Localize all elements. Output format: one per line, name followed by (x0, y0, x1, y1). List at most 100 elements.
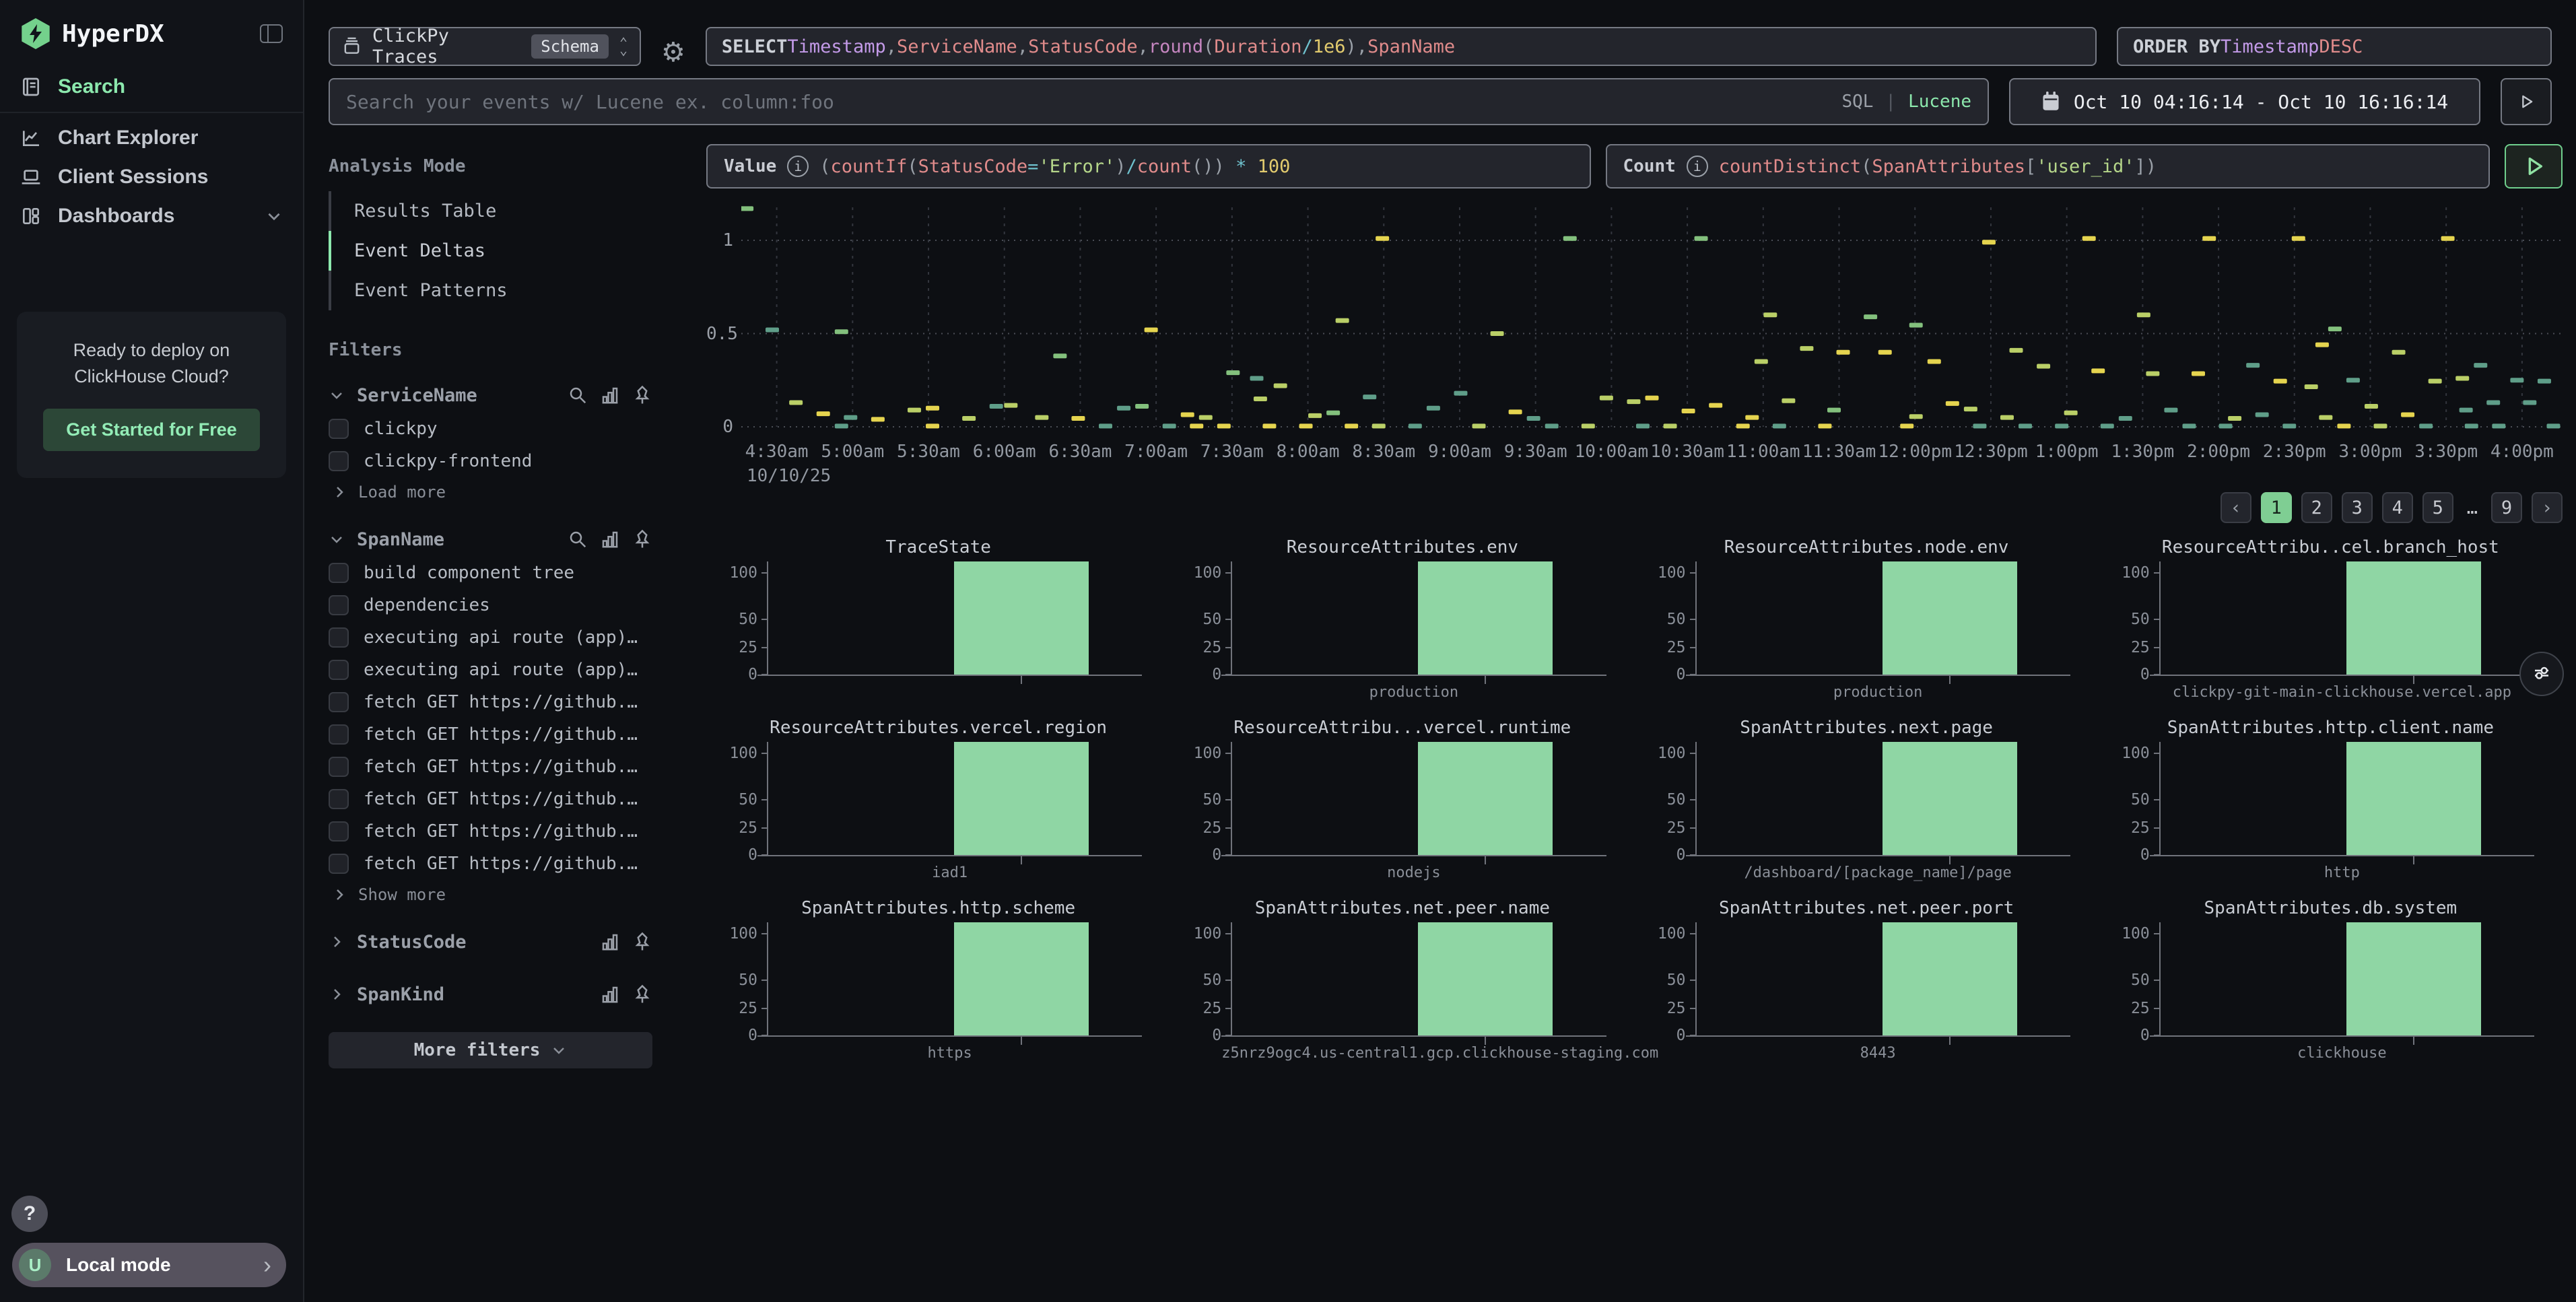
filter-checkbox[interactable] (329, 724, 349, 745)
local-mode-menu[interactable]: U Local mode › (12, 1243, 286, 1287)
attribute-chart[interactable]: ResourceAttributes.vercel.region10050250… (706, 716, 1170, 897)
x-axis-tick-label: 11:30am (1802, 442, 1876, 462)
chevron-right-icon (331, 887, 347, 903)
x-axis-tick-label: 8:30am (1352, 442, 1415, 462)
filter-item[interactable]: build component tree (329, 557, 652, 589)
count-expression-input[interactable]: Count countDistinct(SpanAttributes['user… (1606, 144, 2490, 189)
filter-item[interactable]: fetch GET https://github.… (329, 848, 652, 880)
mini-y-axis (1231, 742, 1232, 856)
filter-item[interactable]: executing api route (app)… (329, 654, 652, 686)
get-started-button[interactable]: Get Started for Free (43, 409, 260, 451)
gear-icon[interactable]: ⚙ (661, 39, 685, 66)
filter-group-header-statuscode[interactable]: StatusCode (329, 924, 652, 959)
event-deltas-chart[interactable]: 10.50 4:30am5:00am5:30am6:00am6:30am7:00… (706, 202, 2563, 486)
pagination-page-3[interactable]: 3 (2342, 492, 2373, 523)
sidebar-collapse-icon[interactable] (260, 24, 283, 43)
schema-badge: Schema (531, 34, 609, 59)
analysis-mode-event-deltas[interactable]: Event Deltas (329, 231, 652, 271)
filter-item[interactable]: executing api route (app)… (329, 621, 652, 654)
filter-checkbox[interactable] (329, 451, 349, 471)
filter-item[interactable]: dependencies (329, 589, 652, 621)
source-select[interactable]: ClickPy Traces Schema ⌃⌄ (329, 27, 641, 66)
filter-load-more[interactable]: Load more (329, 477, 652, 504)
filter-checkbox[interactable] (329, 595, 349, 615)
pagination-page-9[interactable]: 9 (2491, 492, 2522, 523)
attribute-chart[interactable]: SpanAttributes.db.system10050250clickhou… (2099, 897, 2563, 1077)
filter-checkbox[interactable] (329, 419, 349, 439)
help-button[interactable]: ? (11, 1196, 48, 1232)
filter-more-label: Load more (358, 483, 446, 502)
filter-item[interactable]: clickpy-frontend (329, 445, 652, 477)
filter-checkbox[interactable] (329, 660, 349, 680)
pagination-prev[interactable]: ‹ (2221, 492, 2251, 523)
filter-checkbox[interactable] (329, 627, 349, 648)
attribute-chart[interactable]: SpanAttributes.http.client.name10050250h… (2099, 716, 2563, 897)
search-box[interactable]: SQL | Lucene (329, 78, 1989, 125)
mini-x-label: http (2150, 864, 2534, 881)
filter-group-header-spanname[interactable]: SpanName (329, 522, 652, 557)
x-axis-tick-label: 5:30am (897, 442, 960, 462)
sidebar-item-dashboards[interactable]: Dashboards (0, 197, 303, 236)
filter-checkbox[interactable] (329, 757, 349, 777)
x-axis-tick-label: 1:00pm (2035, 442, 2099, 462)
filter-checkbox[interactable] (329, 854, 349, 874)
x-axis-tick-label: 9:30am (1504, 442, 1567, 462)
value-expression-input[interactable]: Value (countIf(StatusCode='Error')/count… (706, 144, 1591, 189)
filter-checkbox[interactable] (329, 563, 349, 583)
code-token: Timestamp (787, 36, 885, 57)
hyperdx-logo[interactable]: HyperDX (20, 18, 164, 49)
attribute-chart[interactable]: ResourceAttribu...vercel.runtime10050250… (1170, 716, 1634, 897)
filter-item[interactable]: fetch GET https://github.… (329, 686, 652, 718)
attribute-chart[interactable]: SpanAttributes.next.page10050250/dashboa… (1635, 716, 2099, 897)
sidebar-item-chart-explorer[interactable]: Chart Explorer (0, 118, 303, 158)
attribute-chart[interactable]: TraceState10050250 (706, 536, 1170, 716)
filter-checkbox[interactable] (329, 789, 349, 809)
attribute-chart[interactable]: SpanAttributes.http.scheme10050250https (706, 897, 1170, 1077)
mini-x-tick (2413, 1037, 2414, 1045)
date-range-picker[interactable]: Oct 10 04:16:14 - Oct 10 16:16:14 (2009, 78, 2480, 125)
pagination-page-1[interactable]: 1 (2261, 492, 2292, 523)
attribute-chart[interactable]: SpanAttributes.net.peer.port100502508443 (1635, 897, 2099, 1077)
filter-item[interactable]: fetch GET https://github.… (329, 718, 652, 751)
order-by-input[interactable]: ORDER BY Timestamp DESC (2117, 27, 2552, 66)
filter-group-header-spankind[interactable]: SpanKind (329, 977, 652, 1012)
pagination-next[interactable]: › (2532, 492, 2563, 523)
filter-item[interactable]: fetch GET https://github.… (329, 783, 652, 815)
bar (1418, 922, 1553, 1035)
attribute-chart[interactable]: ResourceAttributes.node.env10050250produ… (1635, 536, 2099, 716)
mini-x-tick (1485, 856, 1486, 864)
select-chevrons-icon: ⌃⌄ (619, 39, 628, 54)
floating-filter-button[interactable] (2519, 652, 2564, 696)
sidebar-item-client-sessions[interactable]: Client Sessions (0, 158, 303, 197)
filter-show-more[interactable]: Show more (329, 880, 652, 907)
analysis-mode-event-patterns[interactable]: Event Patterns (329, 271, 652, 310)
attribute-chart[interactable]: ResourceAttributes.env10050250production (1170, 536, 1634, 716)
attribute-chart[interactable]: ResourceAttribu..cel.branch_host10050250… (2099, 536, 2563, 716)
sidebar-nav: Search Chart ExplorerClient SessionsDashb… (0, 67, 303, 236)
filter-checkbox[interactable] (329, 692, 349, 712)
x-axis-tick-label: 6:30am (1048, 442, 1112, 462)
attribute-chart[interactable]: SpanAttributes.net.peer.name10050250z5nr… (1170, 897, 1634, 1077)
filter-group-header-servicename[interactable]: ServiceName (329, 378, 652, 413)
filter-item[interactable]: fetch GET https://github.… (329, 815, 652, 848)
filter-checkbox[interactable] (329, 821, 349, 842)
filter-item[interactable]: clickpy (329, 413, 652, 445)
pagination-page-5[interactable]: 5 (2422, 492, 2453, 523)
mode-lucene-toggle[interactable]: Lucene (1908, 92, 1971, 112)
pagination-page-2[interactable]: 2 (2301, 492, 2332, 523)
mode-sql-toggle[interactable]: SQL (1841, 92, 1873, 112)
search-input[interactable] (346, 91, 1829, 113)
select-clause-input[interactable]: SELECT Timestamp, ServiceName, StatusCod… (706, 27, 2097, 66)
pagination-ellipsis: … (2463, 498, 2482, 518)
chevron-right-icon (329, 934, 345, 950)
more-filters-button[interactable]: More filters (329, 1032, 652, 1068)
run-analysis-button[interactable] (2505, 144, 2563, 189)
sidebar-item-search[interactable]: Search (0, 67, 303, 106)
database-icon (342, 36, 362, 57)
filter-item[interactable]: fetch GET https://github.… (329, 751, 652, 783)
pagination-page-4[interactable]: 4 (2382, 492, 2413, 523)
analysis-mode-results-table[interactable]: Results Table (329, 191, 652, 231)
play-icon (2522, 155, 2545, 178)
search-submit-button[interactable] (2501, 78, 2552, 125)
filter-item-label: fetch GET https://github.… (364, 724, 638, 745)
